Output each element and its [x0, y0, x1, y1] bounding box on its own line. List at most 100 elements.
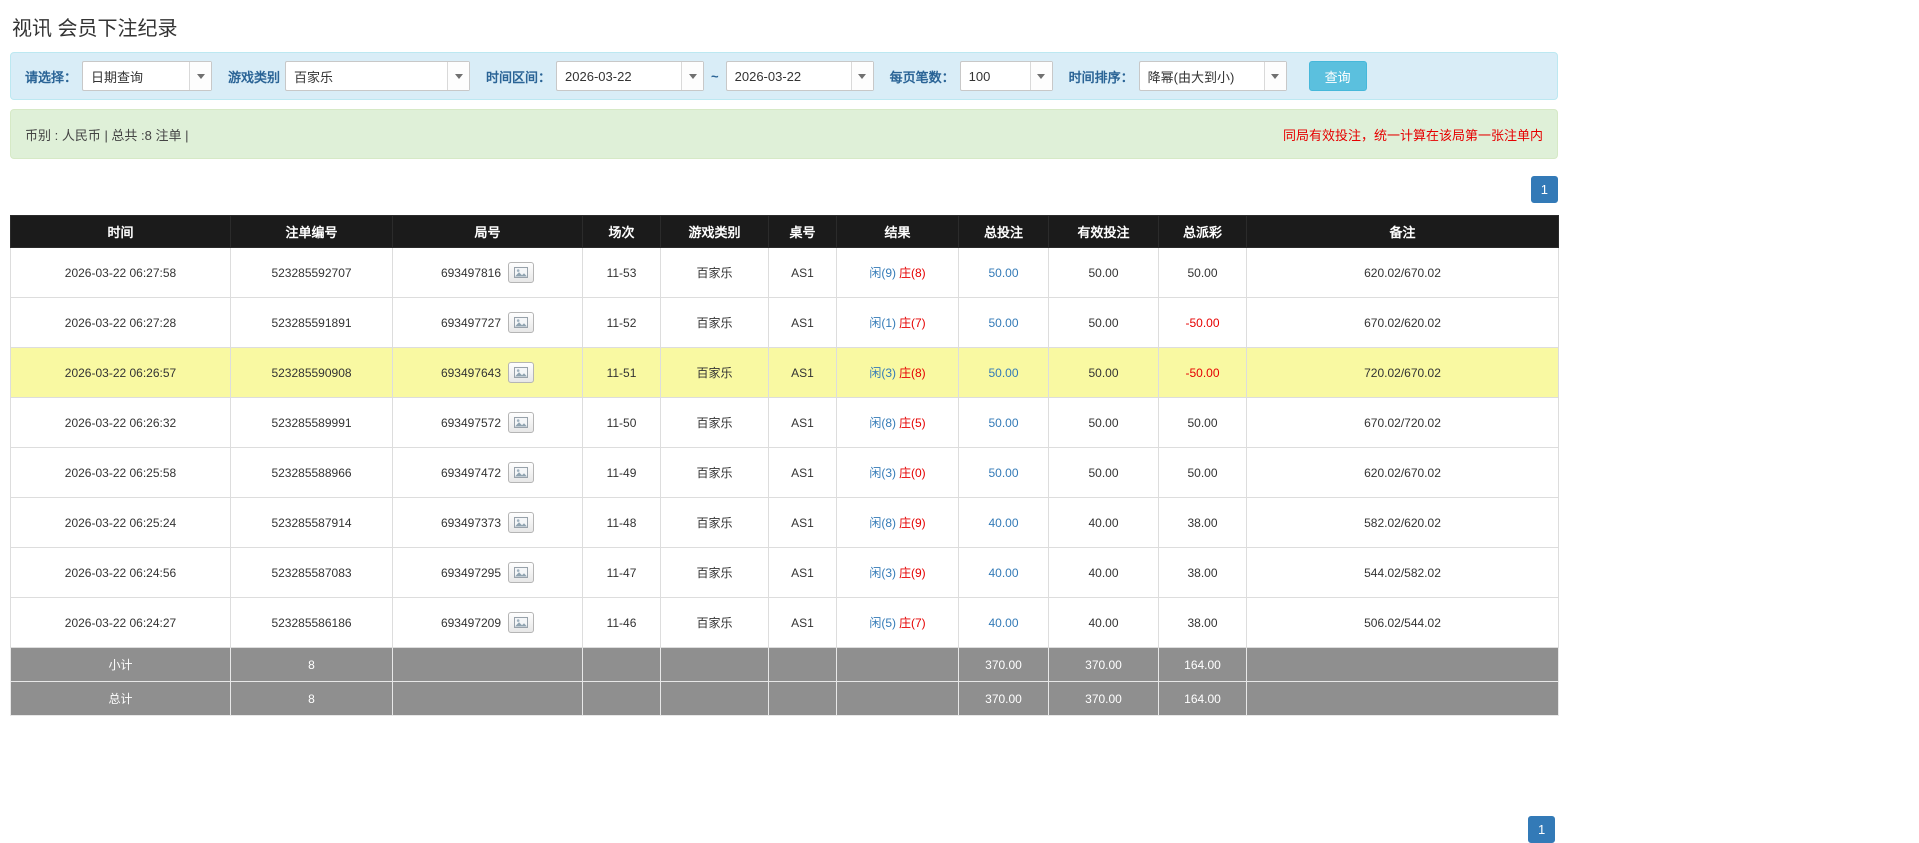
cell-payout: 38.00 — [1159, 598, 1247, 648]
result-banker: 庄(7) — [899, 616, 926, 630]
cell-result: 闲(1)庄(7) — [837, 298, 959, 348]
round-cell: 693497295 — [441, 562, 534, 583]
search-button[interactable]: 查询 — [1309, 61, 1367, 91]
round-cell: 693497727 — [441, 312, 534, 333]
cell-game-type: 百家乐 — [661, 298, 769, 348]
total-bet-link[interactable]: 50.00 — [988, 466, 1018, 480]
total-bet-link[interactable]: 50.00 — [988, 416, 1018, 430]
result-player: 闲(3) — [869, 566, 896, 580]
round-number: 693497816 — [441, 266, 501, 280]
cell-time: 2026-03-22 06:26:57 — [11, 348, 231, 398]
cell-session: 11-51 — [583, 348, 661, 398]
round-cell: 693497643 — [441, 362, 534, 383]
cell-table-no: AS1 — [769, 498, 837, 548]
cell-total-bet: 50.00 — [959, 398, 1049, 448]
round-image-icon[interactable] — [508, 562, 534, 583]
cell-valid-bet: 40.00 — [1049, 498, 1159, 548]
page-number-button[interactable]: 1 — [1528, 816, 1555, 843]
cell-session: 11-49 — [583, 448, 661, 498]
date-range-separator: ~ — [711, 69, 719, 84]
cell-session: 11-47 — [583, 548, 661, 598]
column-header: 场次 — [583, 216, 661, 248]
chevron-down-icon[interactable] — [1264, 62, 1286, 90]
cell-remark: 720.02/670.02 — [1247, 348, 1559, 398]
cell-total-bet: 50.00 — [959, 298, 1049, 348]
page-size-value: 100 — [961, 62, 1030, 90]
date-to-select[interactable]: 2026-03-22 — [726, 61, 874, 91]
footer-empty — [769, 682, 837, 716]
footer-count: 8 — [231, 682, 393, 716]
round-image-icon[interactable] — [508, 612, 534, 633]
cell-valid-bet: 40.00 — [1049, 598, 1159, 648]
column-header: 有效投注 — [1049, 216, 1159, 248]
cell-result: 闲(8)庄(9) — [837, 498, 959, 548]
total-bet-link[interactable]: 50.00 — [988, 266, 1018, 280]
game-type-label: 游戏类别 — [228, 67, 280, 86]
cell-table-no: AS1 — [769, 248, 837, 298]
page-number-button[interactable]: 1 — [1531, 176, 1558, 203]
round-number: 693497727 — [441, 316, 501, 330]
cell-time: 2026-03-22 06:25:24 — [11, 498, 231, 548]
footer-row: 小计8370.00370.00164.00 — [11, 648, 1559, 682]
round-image-icon[interactable] — [508, 312, 534, 333]
footer-total-bet: 370.00 — [959, 648, 1049, 682]
footer-count: 8 — [231, 648, 393, 682]
total-bet-link[interactable]: 50.00 — [988, 366, 1018, 380]
cell-payout: 38.00 — [1159, 498, 1247, 548]
page-size-select[interactable]: 100 — [960, 61, 1053, 91]
total-bet-link[interactable]: 40.00 — [988, 516, 1018, 530]
table-row: 2026-03-22 06:24:56523285587083693497295… — [11, 548, 1559, 598]
cell-bet-id: 523285592707 — [231, 248, 393, 298]
round-image-icon[interactable] — [508, 362, 534, 383]
cell-time: 2026-03-22 06:24:56 — [11, 548, 231, 598]
time-range-label: 时间区间： — [486, 67, 551, 86]
total-bet-link[interactable]: 40.00 — [988, 616, 1018, 630]
game-type-value: 百家乐 — [286, 62, 447, 90]
round-image-icon[interactable] — [508, 462, 534, 483]
cell-valid-bet: 50.00 — [1049, 448, 1159, 498]
cell-bet-id: 523285589991 — [231, 398, 393, 448]
chevron-down-icon[interactable] — [681, 62, 703, 90]
cell-total-bet: 50.00 — [959, 348, 1049, 398]
round-image-icon[interactable] — [508, 262, 534, 283]
cell-table-no: AS1 — [769, 348, 837, 398]
query-type-select[interactable]: 日期查询 — [82, 61, 212, 91]
round-number: 693497572 — [441, 416, 501, 430]
date-from-select[interactable]: 2026-03-22 — [556, 61, 704, 91]
sort-order-select[interactable]: 降幂(由大到小) — [1139, 61, 1287, 91]
column-header: 总派彩 — [1159, 216, 1247, 248]
cell-session: 11-53 — [583, 248, 661, 298]
result-player: 闲(3) — [869, 366, 896, 380]
footer-empty — [583, 682, 661, 716]
chevron-down-icon[interactable] — [447, 62, 469, 90]
total-bet-link[interactable]: 40.00 — [988, 566, 1018, 580]
round-cell: 693497373 — [441, 512, 534, 533]
footer-empty — [1247, 648, 1559, 682]
footer-row: 总计8370.00370.00164.00 — [11, 682, 1559, 716]
pagination-bottom: 1 — [1528, 816, 1555, 843]
cell-session: 11-48 — [583, 498, 661, 548]
chevron-down-icon[interactable] — [1030, 62, 1052, 90]
cell-round-id: 693497295 — [393, 548, 583, 598]
round-image-icon[interactable] — [508, 512, 534, 533]
total-bet-link[interactable]: 50.00 — [988, 316, 1018, 330]
cell-payout: 38.00 — [1159, 548, 1247, 598]
game-type-select[interactable]: 百家乐 — [285, 61, 470, 91]
footer-valid-bet: 370.00 — [1049, 682, 1159, 716]
round-image-icon[interactable] — [508, 412, 534, 433]
result-banker: 庄(7) — [899, 316, 926, 330]
column-header: 时间 — [11, 216, 231, 248]
date-from-value: 2026-03-22 — [557, 62, 681, 90]
chevron-down-icon[interactable] — [851, 62, 873, 90]
cell-total-bet: 40.00 — [959, 598, 1049, 648]
date-to-value: 2026-03-22 — [727, 62, 851, 90]
round-cell: 693497572 — [441, 412, 534, 433]
chevron-down-icon[interactable] — [189, 62, 211, 90]
cell-payout: -50.00 — [1159, 298, 1247, 348]
cell-result: 闲(9)庄(8) — [837, 248, 959, 298]
round-number: 693497209 — [441, 616, 501, 630]
cell-payout: 50.00 — [1159, 248, 1247, 298]
cell-result: 闲(3)庄(0) — [837, 448, 959, 498]
cell-result: 闲(5)庄(7) — [837, 598, 959, 648]
table-row: 2026-03-22 06:25:58523285588966693497472… — [11, 448, 1559, 498]
